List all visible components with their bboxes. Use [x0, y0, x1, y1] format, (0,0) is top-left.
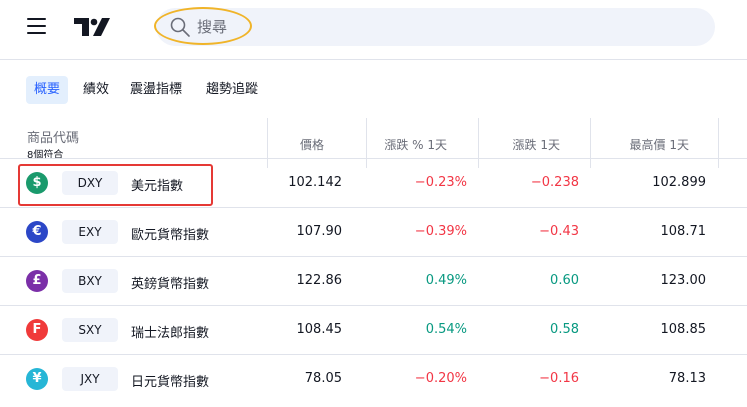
- instrument-name[interactable]: 英鎊貨幣指數: [131, 273, 209, 292]
- ticker-badge[interactable]: SXY: [62, 318, 118, 342]
- ticker-badge[interactable]: JXY: [62, 367, 118, 391]
- change-pct-column-header[interactable]: 漲跌 % 1天: [384, 136, 447, 153]
- change-cell: 0.60: [550, 273, 579, 288]
- tradingview-logo-icon[interactable]: [72, 15, 112, 39]
- table-row[interactable]: £ BXY 英鎊貨幣指數 122.86 0.49% 0.60 123.00: [0, 256, 747, 305]
- table-row[interactable]: ¥ JXY 日元貨幣指數 78.05 −0.20% −0.16 78.13: [0, 354, 747, 403]
- search-highlight-annotation: [154, 7, 252, 45]
- change-column-header[interactable]: 漲跌 1天: [513, 136, 560, 153]
- change-cell: 0.58: [550, 322, 579, 337]
- tab-trend-following[interactable]: 趨勢追蹤: [206, 76, 258, 104]
- high-cell: 108.85: [660, 322, 707, 337]
- high-cell: 123.00: [660, 273, 707, 288]
- price-cell: 78.05: [304, 371, 342, 386]
- change-cell: −0.43: [539, 224, 579, 239]
- symbol-column-header[interactable]: 商品代碼: [27, 127, 79, 146]
- high-cell: 108.71: [660, 224, 707, 239]
- high-column-header[interactable]: 最高價 1天: [630, 136, 689, 153]
- yen-icon: ¥: [26, 368, 48, 390]
- high-cell: 102.899: [652, 175, 706, 190]
- ticker-badge[interactable]: BXY: [62, 269, 118, 293]
- selection-highlight-annotation: [18, 164, 213, 206]
- table-row[interactable]: € EXY 歐元貨幣指數 107.90 −0.39% −0.43 108.71: [0, 207, 747, 256]
- header-divider: [0, 59, 747, 60]
- franc-icon: F: [26, 319, 48, 341]
- change-cell: −0.238: [530, 175, 579, 190]
- high-cell: 78.13: [668, 371, 706, 386]
- price-cell: 108.45: [296, 322, 343, 337]
- euro-icon: €: [26, 221, 48, 243]
- change-cell: −0.16: [539, 371, 579, 386]
- price-cell: 102.142: [288, 175, 342, 190]
- tab-overview[interactable]: 概要: [26, 76, 69, 104]
- tab-oscillators[interactable]: 震盪指標: [130, 76, 182, 104]
- header: 搜尋: [0, 0, 747, 56]
- change-pct-cell: 0.54%: [425, 322, 467, 337]
- instrument-name[interactable]: 日元貨幣指數: [131, 371, 209, 390]
- instrument-name[interactable]: 瑞士法郎指數: [131, 322, 209, 341]
- price-column-header[interactable]: 價格: [300, 136, 324, 153]
- instrument-name[interactable]: 歐元貨幣指數: [131, 224, 209, 243]
- hamburger-menu-icon[interactable]: [27, 18, 49, 36]
- price-cell: 107.90: [296, 224, 343, 239]
- price-cell: 122.86: [296, 273, 343, 288]
- pound-icon: £: [26, 270, 48, 292]
- change-pct-cell: −0.39%: [414, 224, 467, 239]
- change-pct-cell: −0.20%: [414, 371, 467, 386]
- ticker-badge[interactable]: EXY: [62, 220, 118, 244]
- change-pct-cell: −0.23%: [414, 175, 467, 190]
- change-pct-cell: 0.49%: [425, 273, 467, 288]
- tab-performance[interactable]: 績效: [83, 76, 109, 104]
- table-row[interactable]: F SXY 瑞士法郎指數 108.45 0.54% 0.58 108.85: [0, 305, 747, 354]
